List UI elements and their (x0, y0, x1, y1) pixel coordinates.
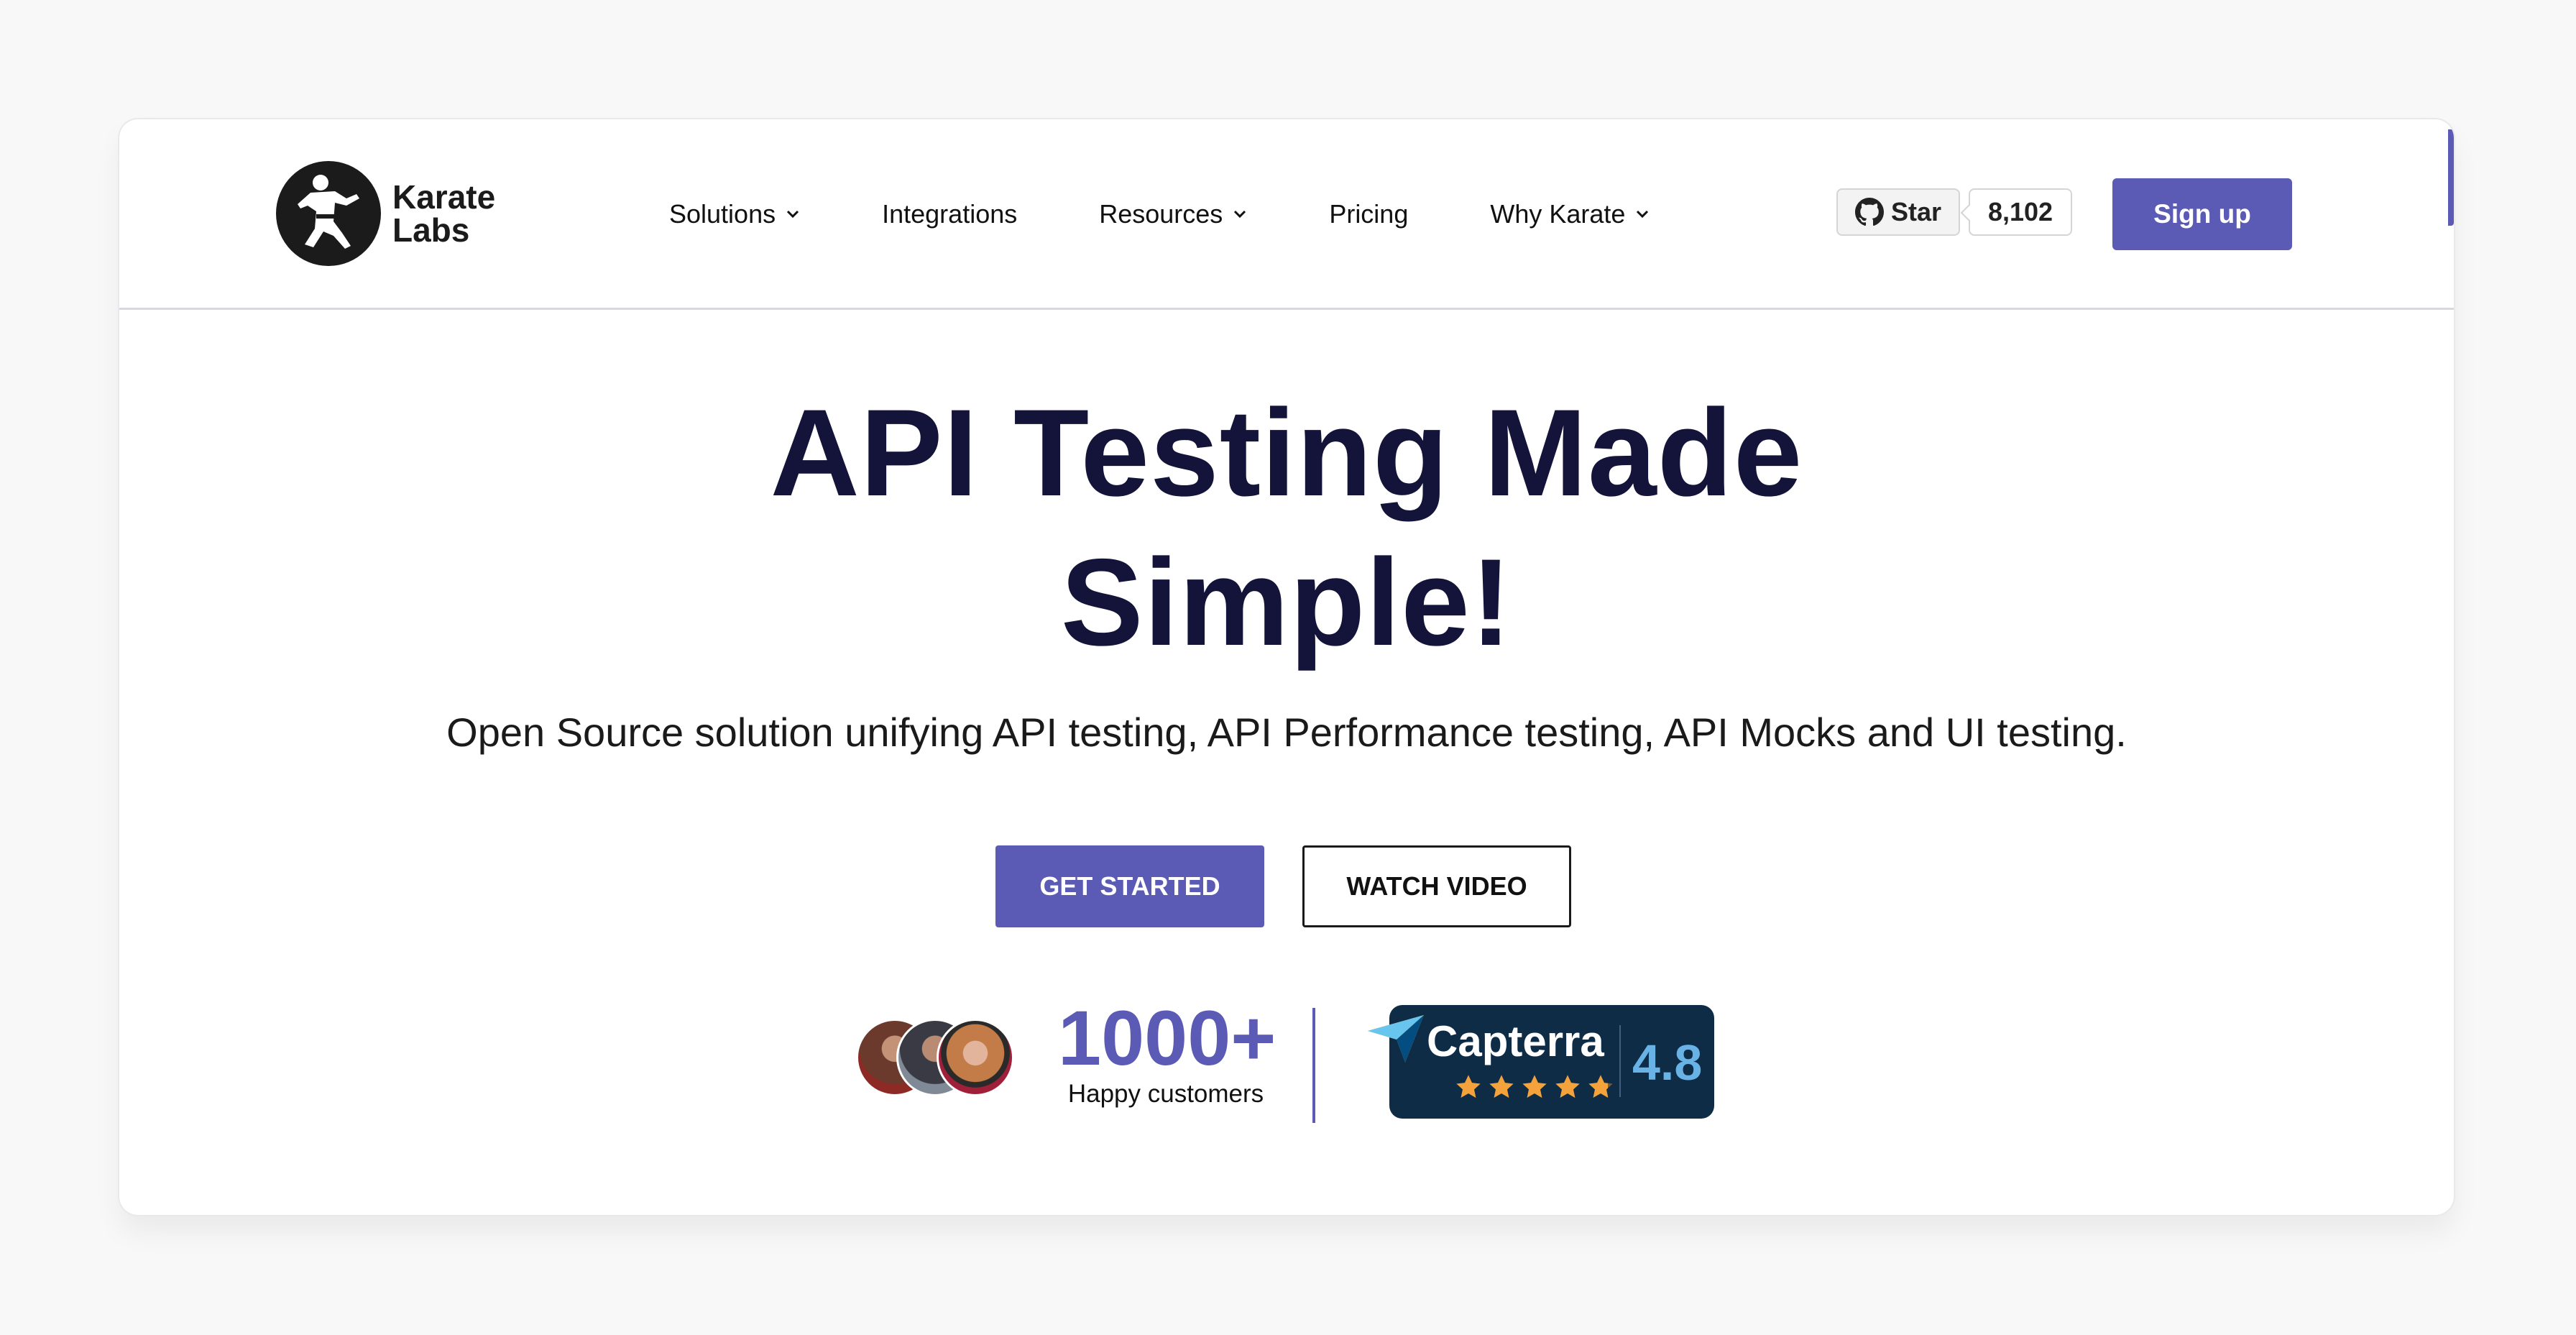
star-icon (1555, 1075, 1580, 1098)
capterra-separator (1619, 1025, 1621, 1097)
hero-subtitle: Open Source solution unifying API testin… (446, 710, 2127, 755)
star-icon (1456, 1075, 1481, 1098)
hero-title: API Testing Made Simple! (119, 378, 2454, 677)
watch-video-button[interactable]: WATCH VIDEO (1302, 845, 1571, 927)
github-star-count[interactable]: 8,102 (1969, 188, 2072, 236)
capterra-name: Capterra (1427, 1017, 1604, 1065)
nav-label: Solutions (669, 199, 776, 229)
chevron-down-icon (787, 210, 799, 219)
avatar (937, 1019, 1014, 1096)
nav-item-solutions[interactable]: Solutions (669, 199, 800, 229)
brand-line-1: Karate (392, 178, 496, 216)
github-star-button[interactable]: Star (1836, 188, 1960, 236)
nav-label: Resources (1099, 199, 1223, 229)
github-star-label: Star (1890, 197, 1942, 226)
karate-labs-logo[interactable]: Karate Labs (276, 160, 495, 267)
brand-line-2: Labs (392, 211, 470, 249)
star-icon (1489, 1075, 1514, 1098)
chevron-down-icon (1637, 210, 1649, 219)
signup-button[interactable]: Sign up (2112, 178, 2292, 250)
signup-label: Sign up (2153, 199, 2251, 229)
nav-label: Why Karate (1490, 199, 1626, 229)
nav-label: Pricing (1329, 199, 1409, 229)
chevron-down-icon (1234, 210, 1246, 219)
hero-title-line-1: API Testing Made (770, 384, 1803, 522)
get-started-button[interactable]: GET STARTED (995, 845, 1264, 927)
github-icon (1854, 198, 1884, 226)
site-header: Karate Labs Solutions Integrations Resou… (119, 119, 2454, 310)
nav-item-pricing[interactable]: Pricing (1329, 199, 1408, 229)
nav-item-resources[interactable]: Resources (1099, 199, 1247, 229)
capterra-stars (1454, 1073, 1619, 1101)
capterra-arrow-icon (1368, 1015, 1424, 1063)
nav-item-integrations[interactable]: Integrations (882, 199, 1017, 229)
watch-video-label: WATCH VIDEO (1346, 871, 1527, 901)
main-nav: Solutions Integrations Resources Pricing… (669, 195, 1650, 234)
customers-count: 1000+ (1058, 994, 1276, 1081)
star-icon (1522, 1075, 1547, 1098)
customer-avatars (856, 1019, 1021, 1099)
star-icon (1588, 1075, 1613, 1098)
browser-frame: Karate Labs Solutions Integrations Resou… (119, 119, 2454, 1215)
karate-fighter-icon (276, 161, 381, 266)
capterra-badge[interactable]: Capterra 4.8 (1368, 1005, 1714, 1119)
github-star-count-value: 8,102 (1987, 197, 2053, 226)
divider (1312, 1008, 1315, 1123)
customers-label: Happy customers (1067, 1080, 1264, 1108)
nav-item-why-karate[interactable]: Why Karate (1490, 199, 1650, 229)
hero-title-line-2: Simple! (1060, 533, 1513, 671)
capterra-rating: 4.8 (1632, 1034, 1703, 1091)
get-started-label: GET STARTED (1039, 871, 1220, 901)
nav-label: Integrations (882, 199, 1018, 229)
brand-name: Karate Labs (392, 180, 495, 247)
